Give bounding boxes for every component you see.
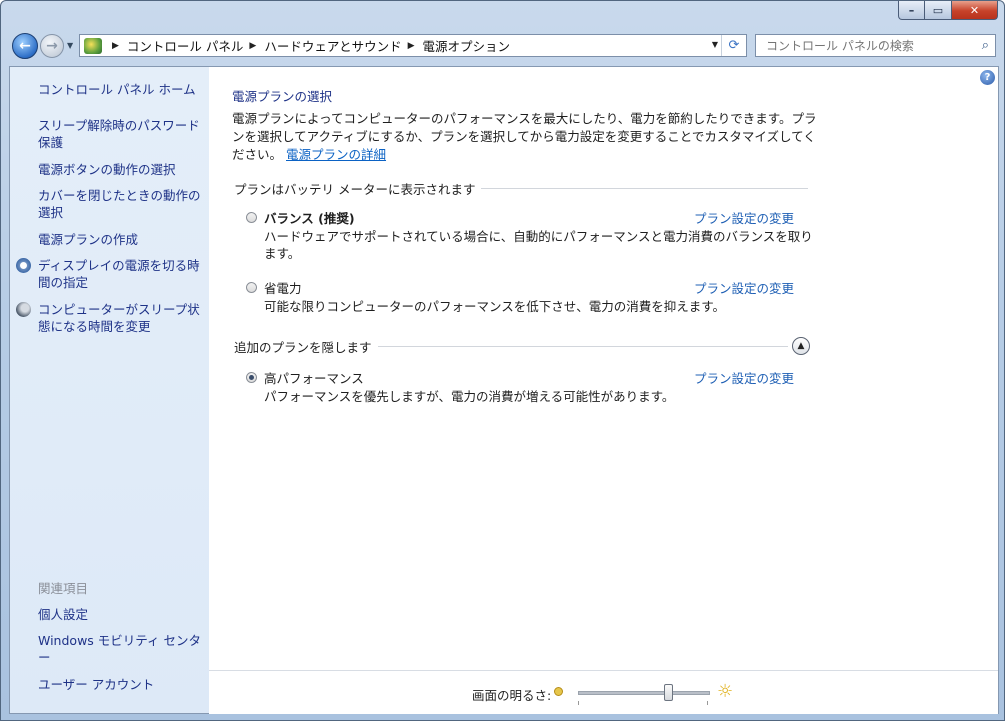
related-mobility-center[interactable]: Windows モビリティ センター: [38, 632, 203, 666]
plan-settings-link[interactable]: プラン設定の変更: [694, 278, 794, 297]
forward-icon[interactable]: →: [40, 34, 64, 58]
plan-settings-link[interactable]: プラン設定の変更: [694, 368, 794, 387]
minimize-button[interactable]: –: [898, 1, 925, 20]
address-bar[interactable]: ▶ コントロール パネル ▶ ハードウェアとサウンド ▶ 電源オプション ▼ ⟳: [79, 34, 747, 57]
help-icon[interactable]: ?: [980, 70, 995, 85]
brightness-label: 画面の明るさ:: [472, 688, 552, 703]
breadcrumb: ▶ コントロール パネル ▶ ハードウェアとサウンド ▶ 電源オプション: [106, 36, 510, 55]
related-user-accounts[interactable]: ユーザー アカウント: [38, 676, 203, 693]
sidebar-item-sleep[interactable]: コンピューターがスリープ状態になる時間を変更: [38, 301, 203, 335]
plan-name[interactable]: バランス (推奨): [264, 208, 355, 227]
page-title: 電源プランの選択: [232, 89, 333, 104]
navigation-bar: ← → ▼ ▶ コントロール パネル ▶ ハードウェアとサウンド ▶ 電源オプシ…: [1, 29, 1005, 63]
search-box[interactable]: ⌕: [755, 34, 996, 57]
plan-description: ハードウェアでサポートされている場合に、自動的にパフォーマンスと電力消費のバラン…: [264, 229, 813, 261]
plan-radio-selected[interactable]: [246, 372, 257, 383]
search-icon[interactable]: ⌕: [982, 38, 989, 53]
sidebar-item-password[interactable]: スリープ解除時のパスワード保護: [38, 117, 203, 151]
intro-text: 電源プランによってコンピューターのパフォーマンスを最大にしたり、電力を節約したり…: [232, 110, 817, 164]
slider-ticks: [578, 701, 708, 705]
window: – ▭ ✕ ← → ▼ ▶ コントロール パネル ▶ ハードウェアとサウンド ▶…: [0, 0, 1005, 721]
main-pane: ? 電源プランの選択 電源プランによってコンピューターのパフォーマンスを最大にし…: [209, 67, 998, 714]
brightness-bar: 画面の明るさ: ☼: [209, 670, 998, 714]
collapse-chevron-up-icon[interactable]: ▲: [792, 337, 810, 355]
recent-pages-dropdown-icon[interactable]: ▼: [67, 41, 73, 50]
breadcrumb-item[interactable]: ハードウェアとサウンド: [264, 36, 401, 55]
plan-description: 可能な限りコンピューターのパフォーマンスを低下させ、電力の消費を抑えます。: [264, 299, 726, 314]
related-personalize[interactable]: 個人設定: [38, 606, 203, 623]
plan-name[interactable]: 省電力: [264, 278, 302, 297]
slider-thumb[interactable]: [664, 684, 673, 701]
plan-description: パフォーマンスを優先しますが、電力の消費が増える可能性があります。: [264, 389, 675, 404]
sidebar-item-power-button[interactable]: 電源ボタンの動作の選択: [38, 161, 203, 178]
group-title-additional: 追加のプランを隠します: [234, 337, 378, 356]
group-title-battery: プランはバッテリ メーターに表示されます: [234, 179, 482, 198]
sun-bright-icon[interactable]: ☼: [717, 681, 733, 702]
brightness-slider[interactable]: [578, 684, 710, 701]
sidebar-home-link[interactable]: コントロール パネル ホーム: [38, 81, 203, 98]
related-heading: 関連項目: [38, 581, 89, 596]
content-frame: コントロール パネル ホーム スリープ解除時のパスワード保護 電源ボタンの動作の…: [9, 66, 999, 714]
chevron-right-icon[interactable]: ▶: [249, 41, 256, 51]
address-dropdown-icon[interactable]: ▼: [712, 40, 718, 49]
caption-buttons: – ▭ ✕: [898, 1, 998, 20]
plan-radio[interactable]: [246, 282, 257, 293]
plan-radio[interactable]: [246, 212, 257, 223]
sidebar-item-display-off[interactable]: ディスプレイの電源を切る時間の指定: [38, 257, 203, 291]
power-plan-details-link[interactable]: 電源プランの詳細: [286, 147, 386, 162]
chevron-right-icon[interactable]: ▶: [112, 41, 119, 51]
sidebar-item-create-plan[interactable]: 電源プランの作成: [38, 231, 203, 248]
sidebar: コントロール パネル ホーム スリープ解除時のパスワード保護 電源ボタンの動作の…: [10, 67, 209, 713]
refresh-icon[interactable]: ⟳: [721, 35, 746, 56]
sun-dim-icon[interactable]: [554, 687, 563, 696]
chevron-right-icon[interactable]: ▶: [408, 41, 415, 51]
breadcrumb-item[interactable]: コントロール パネル: [127, 36, 243, 55]
search-input[interactable]: [764, 37, 968, 54]
control-panel-icon: [84, 37, 102, 54]
back-icon[interactable]: ←: [12, 33, 38, 59]
sidebar-item-lid[interactable]: カバーを閉じたときの動作の選択: [38, 187, 203, 221]
plan-name[interactable]: 高パフォーマンス: [264, 368, 364, 387]
close-button[interactable]: ✕: [952, 1, 998, 20]
breadcrumb-item[interactable]: 電源オプション: [423, 36, 511, 55]
moon-icon: [16, 302, 31, 317]
maximize-button[interactable]: ▭: [925, 1, 952, 20]
clock-icon: [16, 258, 31, 273]
plan-settings-link[interactable]: プラン設定の変更: [694, 208, 794, 227]
